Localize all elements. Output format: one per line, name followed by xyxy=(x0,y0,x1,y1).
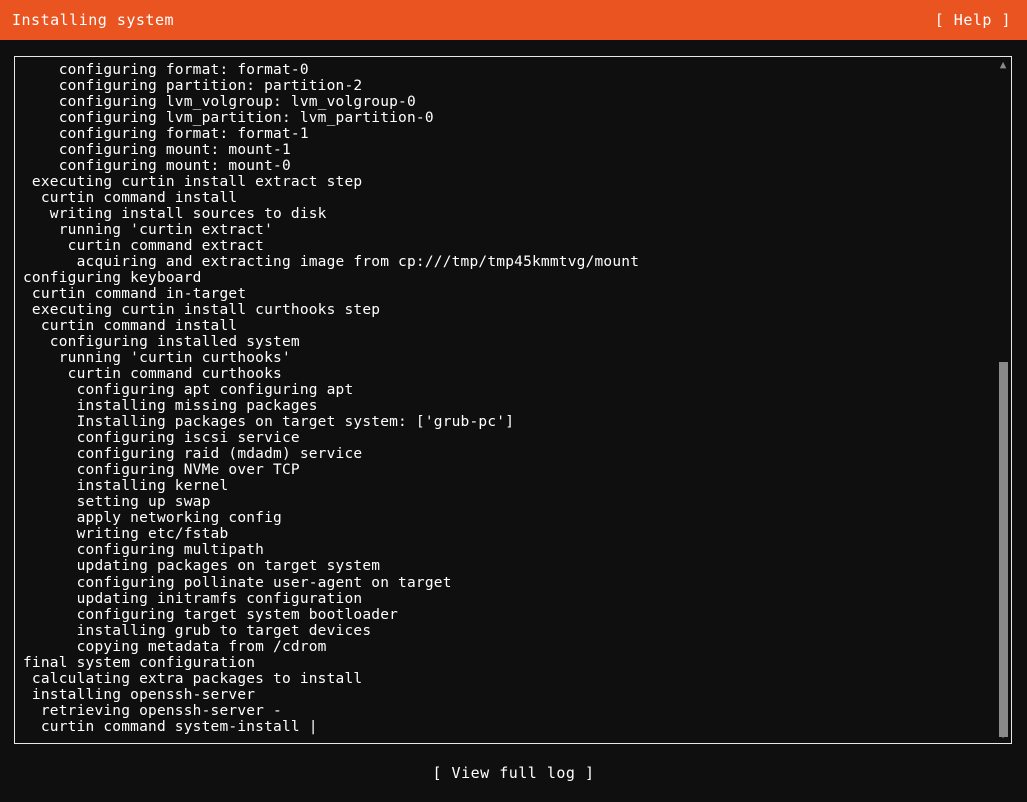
log-line: running 'curtin curthooks' xyxy=(23,350,291,367)
log-line: configuring format: format-1 xyxy=(23,126,309,143)
main-content: configuring format: format-0 configuring… xyxy=(0,40,1027,744)
log-line: configuring lvm_partition: lvm_partition… xyxy=(23,110,434,127)
log-line: configuring NVMe over TCP xyxy=(23,462,300,479)
scroll-up-arrow-icon[interactable]: ▲ xyxy=(996,58,1010,72)
log-line: curtin command system-install | xyxy=(23,718,318,735)
log-line: calculating extra packages to install xyxy=(23,670,363,687)
log-line: configuring apt configuring apt xyxy=(23,382,354,399)
log-line: configuring installed system xyxy=(23,334,300,351)
help-button[interactable]: [ Help ] xyxy=(935,12,1011,28)
install-log-text: configuring format: format-0 configuring… xyxy=(23,62,987,735)
log-line: Installing packages on target system: ['… xyxy=(23,414,515,431)
log-line: configuring multipath xyxy=(23,542,265,559)
log-line: configuring partition: partition-2 xyxy=(23,78,363,95)
log-line: executing curtin install extract step xyxy=(23,174,363,191)
log-line: curtin command extract xyxy=(23,238,265,255)
log-line: copying metadata from /cdrom xyxy=(23,638,327,655)
log-line: curtin command install xyxy=(23,190,238,207)
log-line: curtin command curthooks xyxy=(23,366,282,383)
log-scrollbar[interactable]: ▲ ▼ xyxy=(996,58,1010,742)
log-line: apply networking config xyxy=(23,510,282,527)
log-line: configuring format: format-0 xyxy=(23,62,309,78)
log-line: installing kernel xyxy=(23,478,229,495)
log-line: configuring iscsi service xyxy=(23,430,300,447)
log-line: running 'curtin extract' xyxy=(23,222,274,239)
log-line: configuring target system bootloader xyxy=(23,606,399,623)
log-line: updating initramfs configuration xyxy=(23,590,363,607)
log-line: installing grub to target devices xyxy=(23,622,372,639)
log-line: final system configuration xyxy=(23,654,256,671)
log-line: configuring lvm_volgroup: lvm_volgroup-0 xyxy=(23,94,416,111)
page-title: Installing system xyxy=(12,11,175,29)
log-line: installing missing packages xyxy=(23,398,318,415)
log-line: installing openssh-server xyxy=(23,686,256,703)
log-line: configuring pollinate user-agent on targ… xyxy=(23,574,452,591)
scroll-down-arrow-icon[interactable]: ▼ xyxy=(996,728,1010,742)
log-line: writing etc/fstab xyxy=(23,526,229,543)
log-line: configuring keyboard xyxy=(23,270,202,287)
log-line: setting up swap xyxy=(23,494,211,511)
log-line: executing curtin install curthooks step xyxy=(23,302,381,319)
log-line: curtin command install xyxy=(23,318,238,335)
log-line: writing install sources to disk xyxy=(23,206,327,223)
log-line: acquiring and extracting image from cp:/… xyxy=(23,254,640,271)
view-full-log-button[interactable]: [ View full log ] xyxy=(432,765,594,781)
log-line: curtin command in-target xyxy=(23,286,247,303)
log-line: configuring mount: mount-1 xyxy=(23,142,291,159)
log-line: configuring mount: mount-0 xyxy=(23,158,291,175)
footer-bar: [ View full log ] xyxy=(0,744,1027,802)
install-log-panel: configuring format: format-0 configuring… xyxy=(14,56,1012,744)
title-bar: Installing system [ Help ] xyxy=(0,0,1027,40)
log-line: updating packages on target system xyxy=(23,558,381,575)
installer-screen: Installing system [ Help ] configuring f… xyxy=(0,0,1027,802)
log-line: configuring raid (mdadm) service xyxy=(23,446,363,463)
scrollbar-thumb[interactable] xyxy=(999,361,1008,737)
log-line: retrieving openssh-server - xyxy=(23,702,282,719)
